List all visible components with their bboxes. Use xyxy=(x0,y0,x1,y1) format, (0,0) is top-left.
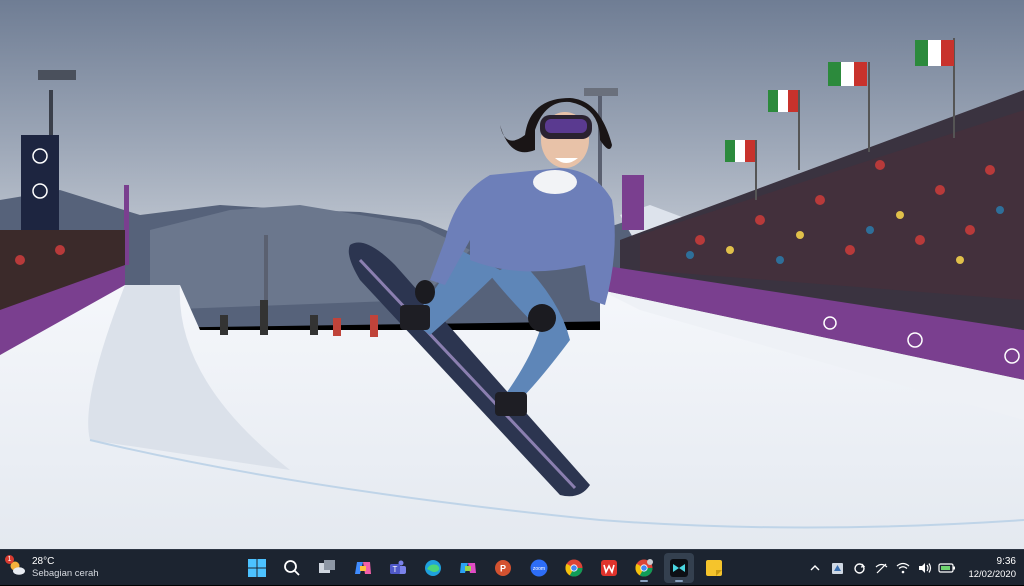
windows-logo-icon xyxy=(248,559,266,577)
edge-icon xyxy=(424,560,441,576)
copilot-alt-icon xyxy=(460,563,477,573)
desktop xyxy=(0,0,1024,549)
clock[interactable]: 9:36 12/02/2020 xyxy=(958,555,1024,581)
clock-time: 9:36 xyxy=(996,556,1016,567)
weather-temperature: 28°C xyxy=(32,556,55,567)
notification-badge: 1 xyxy=(5,555,14,564)
sticky-notes-icon xyxy=(706,560,723,576)
wallpaper-snowboard-image xyxy=(0,0,1024,549)
taskbar: 1 28°C Sebagian cerah T P zoom 9:36 12/0… xyxy=(0,549,1024,585)
wifi-icon[interactable] xyxy=(892,557,914,579)
copilot-alt-button[interactable] xyxy=(453,553,483,583)
task-view-icon xyxy=(319,560,336,573)
taskbar-apps: T P zoom xyxy=(242,553,735,583)
wps-icon xyxy=(600,560,617,576)
capcut-button[interactable] xyxy=(664,553,695,583)
chrome-button[interactable] xyxy=(559,553,589,583)
clock-date: 12/02/2020 xyxy=(968,569,1016,580)
capcut-icon xyxy=(670,559,689,577)
chevron-up-icon[interactable] xyxy=(804,557,826,579)
copilot-button[interactable] xyxy=(348,553,378,583)
zoom-icon: zoom xyxy=(530,559,547,577)
zoom-button[interactable]: zoom xyxy=(524,553,554,583)
volume-icon[interactable] xyxy=(914,557,936,579)
search-button[interactable] xyxy=(277,553,307,583)
chrome-icon xyxy=(565,559,583,577)
teams-button[interactable]: T xyxy=(383,553,413,583)
defender-icon[interactable] xyxy=(826,557,848,579)
task-view-button[interactable] xyxy=(312,553,342,583)
edge-button[interactable] xyxy=(418,553,448,583)
partly-cloudy-icon: 1 xyxy=(5,555,26,577)
sync-icon[interactable] xyxy=(848,557,870,579)
copilot-icon xyxy=(354,562,371,574)
teams-icon: T xyxy=(389,560,406,574)
system-tray: 9:36 12/02/2020 xyxy=(804,550,1024,586)
weather-condition: Sebagian cerah xyxy=(32,568,99,579)
weather-widget[interactable]: 1 28°C Sebagian cerah xyxy=(5,553,118,583)
powerpoint-icon: P xyxy=(495,560,512,576)
powerpoint-button[interactable]: P xyxy=(488,553,518,583)
sticky-notes-button[interactable] xyxy=(699,553,729,583)
wps-button[interactable] xyxy=(594,553,624,583)
svg-text:T: T xyxy=(392,565,397,574)
running-indicator xyxy=(675,580,684,582)
no-wifi-icon[interactable] xyxy=(870,557,892,579)
chrome-icon xyxy=(635,559,654,577)
svg-text:zoom: zoom xyxy=(532,566,544,572)
running-indicator xyxy=(640,580,649,582)
search-icon xyxy=(284,560,300,576)
start-button[interactable] xyxy=(242,553,272,583)
chrome-profile-button[interactable] xyxy=(629,553,659,583)
battery-icon[interactable] xyxy=(936,557,958,579)
svg-text:P: P xyxy=(500,564,506,574)
